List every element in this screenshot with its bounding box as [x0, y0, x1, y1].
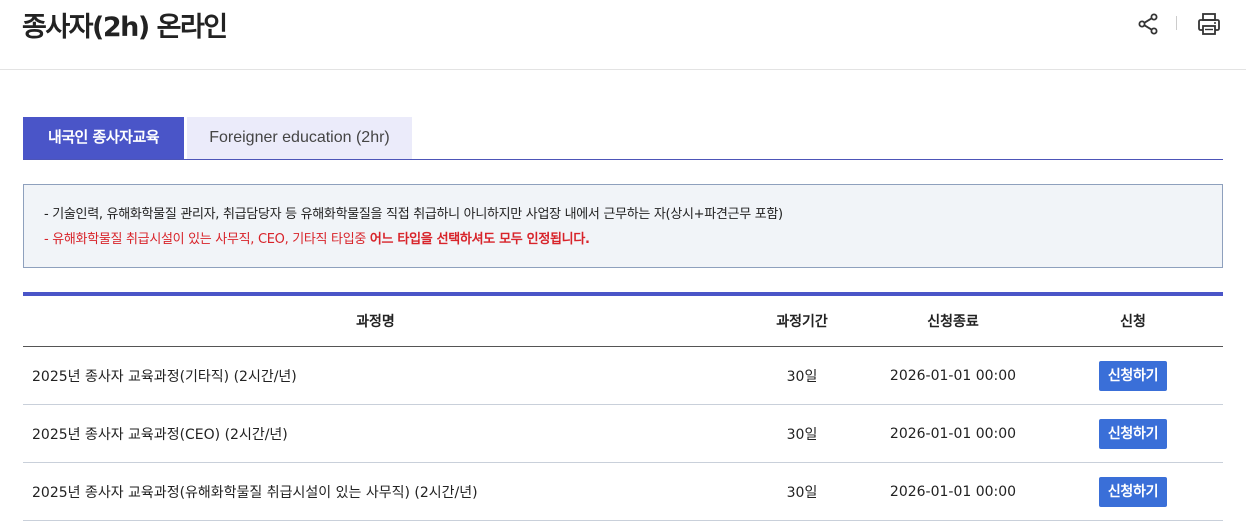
share-icon	[1138, 13, 1158, 35]
course-name: 2025년 종사자 교육과정(유해화학물질 취급시설이 있는 사무직) (2시간…	[32, 484, 478, 501]
tab-foreigner-education[interactable]: Foreigner education (2hr)	[187, 117, 412, 159]
course-table: 과정명 과정기간 신청종료 신청 2025년 종사자 교육과정(기타직) (2시…	[23, 292, 1223, 521]
notice-line-2: - 유해화학물질 취급시설이 있는 사무직, CEO, 기타직 타입중 어느 타…	[44, 227, 1202, 252]
apply-button[interactable]: 신청하기	[1098, 418, 1168, 449]
course-name: 2025년 종사자 교육과정(CEO) (2시간/년)	[32, 426, 288, 443]
apply-cell: 신청하기	[1053, 347, 1213, 404]
apply-button[interactable]: 신청하기	[1098, 360, 1168, 391]
course-name: 2025년 종사자 교육과정(기타직) (2시간/년)	[32, 368, 297, 385]
course-deadline: 2026-01-01 00:00	[889, 483, 1017, 500]
notice-line-2-text: - 유해화학물질 취급시설이 있는 사무직, CEO, 기타직 타입중	[44, 232, 370, 247]
table-row: 2025년 종사자 교육과정(기타직) (2시간/년) 30일 2026-01-…	[23, 347, 1223, 405]
page-header: 종사자(2h) 온라인	[0, 0, 1246, 70]
notice-line-2-emphasis: 어느 타입을 선택하셔도 모두 인정됩니다.	[369, 232, 590, 247]
column-header-course-name: 과정명	[356, 314, 395, 330]
table-row: 2025년 종사자 교육과정(유해화학물질 취급시설이 있는 사무직) (2시간…	[23, 463, 1223, 521]
print-button[interactable]	[1196, 11, 1222, 37]
course-period: 30일	[786, 368, 818, 385]
course-deadline: 2026-01-01 00:00	[889, 425, 1017, 442]
header-divider	[1176, 16, 1177, 30]
notice-line-1: - 기술인력, 유해화학물질 관리자, 취급담당자 등 유해화학물질을 직접 취…	[44, 207, 783, 222]
tab-domestic-worker-education[interactable]: 내국인 종사자교육	[23, 117, 184, 159]
share-button[interactable]	[1136, 12, 1160, 36]
table-row: 2025년 종사자 교육과정(CEO) (2시간/년) 30일 2026-01-…	[23, 405, 1223, 463]
notice-box: - 기술인력, 유해화학물질 관리자, 취급담당자 등 유해화학물질을 직접 취…	[23, 184, 1223, 268]
education-tabs: 내국인 종사자교육 Foreigner education (2hr)	[23, 117, 1223, 160]
column-header-period: 과정기간	[776, 314, 828, 330]
course-period: 30일	[786, 484, 818, 501]
apply-button[interactable]: 신청하기	[1098, 476, 1168, 507]
table-header-row: 과정명 과정기간 신청종료 신청	[23, 296, 1223, 347]
course-period: 30일	[786, 426, 818, 443]
apply-cell: 신청하기	[1053, 405, 1213, 462]
page-title: 종사자(2h) 온라인	[22, 12, 228, 43]
course-deadline: 2026-01-01 00:00	[889, 367, 1017, 384]
print-icon	[1198, 13, 1220, 35]
column-header-deadline: 신청종료	[927, 314, 979, 330]
column-header-apply: 신청	[1120, 314, 1146, 330]
apply-cell: 신청하기	[1053, 463, 1213, 520]
